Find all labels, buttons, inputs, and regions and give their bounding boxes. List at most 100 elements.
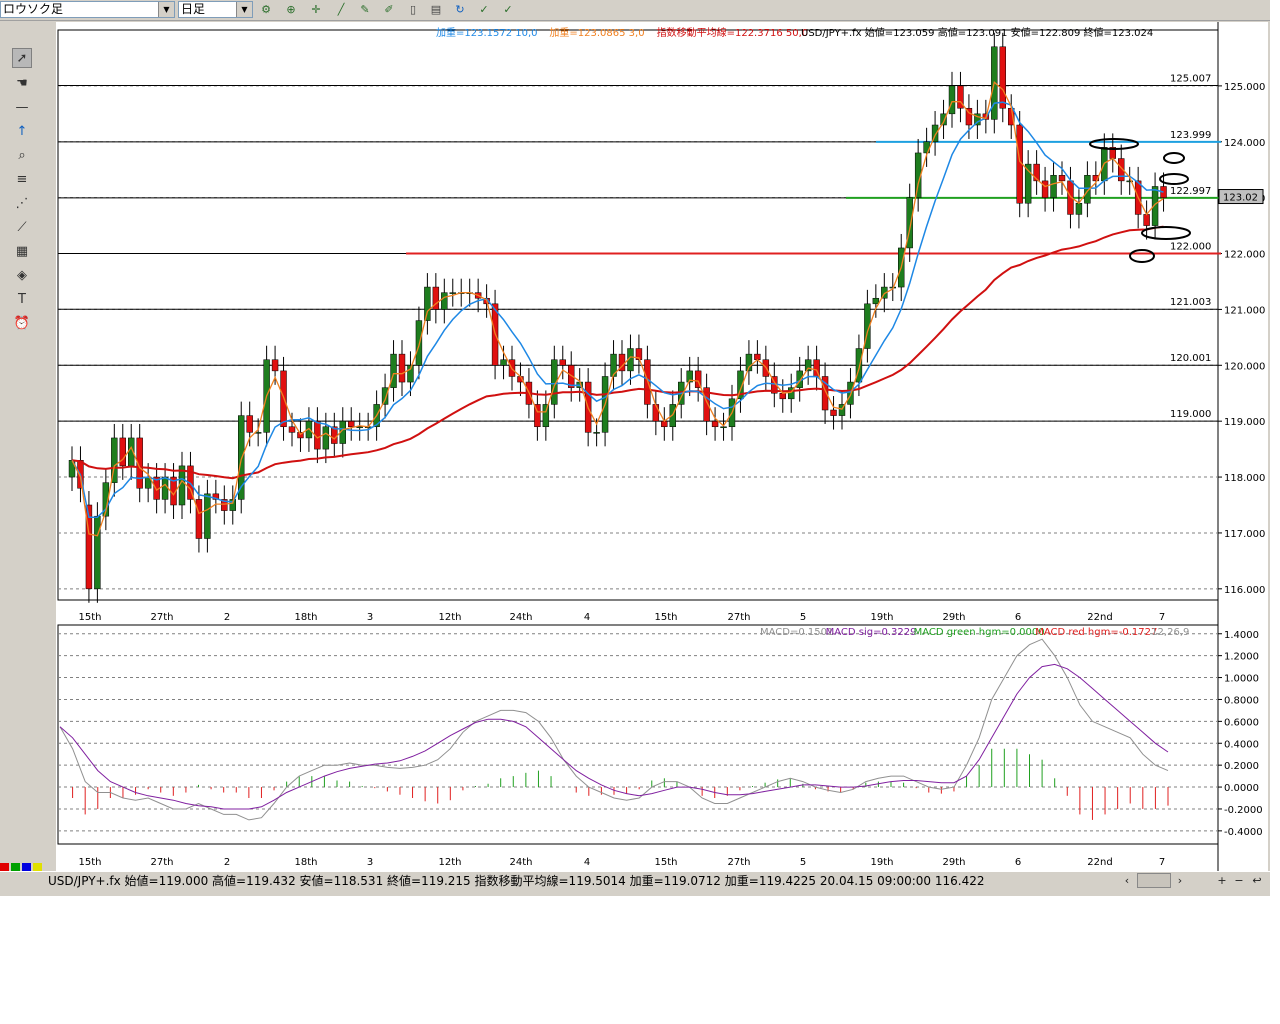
check2-icon[interactable]: ✓ [500,2,516,18]
x-axis-label: 15th [79,857,102,868]
candle-body [948,85,956,115]
candle-body [720,426,727,429]
candle-body [195,499,203,539]
annotation-ellipse [1141,226,1191,240]
drawing-toolbar: ➚ ☚ — ↑ ⌕ ≡ ⋰ ⟋ ▦ ◈ T ⏰ [8,44,36,864]
x-axis-label: 5 [800,857,806,868]
ema50-line [71,225,1164,480]
refresh-icon[interactable]: ↻ [452,2,468,18]
level-label: 122.997 [1170,186,1211,197]
zoom-icon[interactable]: ⊕ [283,2,299,18]
x-axis-label: 15th [79,612,102,623]
text-icon[interactable]: T [12,290,32,310]
candle-body [390,353,397,388]
candle-body [449,292,456,294]
scrollbar-thumb[interactable] [1137,873,1171,888]
level-label: 125.007 [1170,73,1211,84]
print-icon[interactable]: ▤ [428,2,444,18]
page-icon[interactable]: ▯ [405,2,421,18]
candle-body [398,353,406,383]
candle-body [1050,175,1057,198]
x-axis-label: 15th [655,612,678,623]
paint-icon[interactable]: ◈ [12,266,32,286]
macd-axis-label: 0.0000 [1224,783,1259,794]
x-axis-label: 12th [439,612,462,623]
candle-body [246,415,253,433]
chevron-down-icon[interactable]: ▼ [158,2,174,17]
fan-icon[interactable]: ⋰ [12,194,32,214]
hand-icon[interactable]: ☚ [12,74,32,94]
line-tool-icon[interactable]: ╱ [333,2,349,18]
x-axis-label: 18th [295,857,318,868]
status-text: USD/JPY+.fx 始値=119.000 高値=119.432 安値=118… [48,874,985,888]
fibonacci-icon[interactable]: ≡ [12,170,32,190]
macd-legend-item: MACD green hgm=0.0000 [914,627,1045,638]
x-axis-label: 5 [800,612,806,623]
level-label: 123.999 [1170,130,1211,141]
x-axis-label: 27th [728,612,751,623]
candle-body [1058,175,1066,182]
scroll-right-button[interactable]: › [1172,873,1188,888]
scroll-left-button[interactable]: ‹ [1119,873,1135,888]
x-axis-label: 22nd [1087,857,1112,868]
zoom-out-button[interactable]: − [1231,873,1247,888]
trend-icon[interactable]: ⟋ [12,218,32,238]
x-axis-label: 4 [584,612,590,623]
macd-axis-label: 1.4000 [1224,630,1259,641]
candle-body [161,476,169,500]
candle-body [711,420,719,428]
x-axis-label: 29th [943,857,966,868]
wrench-icon[interactable]: ⚙ [258,2,274,18]
price-legend-item: 指数移動平均線=122.3716 50,0 [657,26,809,39]
x-axis-label: 7 [1159,612,1165,623]
reset-button[interactable]: ↩ [1249,873,1265,888]
edit2-icon[interactable]: ✐ [381,2,397,18]
zoom-in-button[interactable]: + [1214,873,1230,888]
chart-area[interactable]: 116.000 117.000 118.000 119.000 120.000 121.0… [56,22,1268,872]
chart-type-select[interactable]: ロウソク足 ▼ [0,1,175,18]
price-axis-label: 119.000 [1224,417,1265,428]
candle-body [652,404,660,422]
macd-legend-item: MACD=0.1501 [760,627,833,638]
level-label: 119.000 [1170,409,1211,420]
price-axis-label: 124.000 [1224,138,1265,149]
hline-icon[interactable]: — [12,98,32,118]
x-axis-label: 6 [1015,857,1021,868]
crosshair-icon[interactable]: ✛ [308,2,324,18]
candle-body [322,426,330,450]
x-axis-label: 19th [871,857,894,868]
x-axis-label: 27th [151,612,174,623]
current-price-label: 123.02 [1223,193,1258,204]
candle-body [999,46,1006,109]
alarm-icon[interactable]: ⏰ [12,314,32,334]
candle-body [830,409,837,416]
macd-axis-label: 0.8000 [1224,695,1259,706]
zoom-tool-icon[interactable]: ⌕ [12,146,32,166]
x-axis-label: 2 [224,857,230,868]
price-axis-label: 125.000 [1224,82,1265,93]
price-legend-item: USD/JPY+.fx 始値=123.059 高値=123.091 安値=122… [801,26,1153,39]
price-panel-frame [57,29,1219,601]
status-bar: USD/JPY+.fx 始値=119.000 高値=119.432 安値=118… [0,871,1270,890]
calculator-icon[interactable]: ▦ [12,242,32,262]
chart-svg[interactable]: 116.000 117.000 118.000 119.000 120.000 121.0… [56,22,1268,872]
macd-axis-label: 0.2000 [1224,761,1259,772]
candle-body [1143,214,1150,226]
macd-axis-label: 0.6000 [1224,717,1259,728]
level-label: 122.000 [1170,242,1211,253]
arrow-up-icon[interactable]: ↑ [12,122,32,142]
timeframe-select[interactable]: 日足 ▼ [178,1,253,18]
chevron-down-icon[interactable]: ▼ [236,2,252,17]
check-icon[interactable]: ✓ [476,2,492,18]
candle-body [1075,202,1083,215]
x-axis-label: 27th [728,857,751,868]
macd-legend-item: MACD sig=0.3229 [826,627,917,638]
chart-type-value: ロウソク足 [3,2,64,16]
x-axis-label: 7 [1159,857,1165,868]
edit-icon[interactable]: ✎ [357,2,373,18]
candle-body [271,359,279,372]
x-axis-label: 29th [943,612,966,623]
cursor-icon[interactable]: ➚ [12,48,32,68]
macd-axis-label: 1.0000 [1224,674,1259,685]
price-axis-label: 118.000 [1224,473,1265,484]
